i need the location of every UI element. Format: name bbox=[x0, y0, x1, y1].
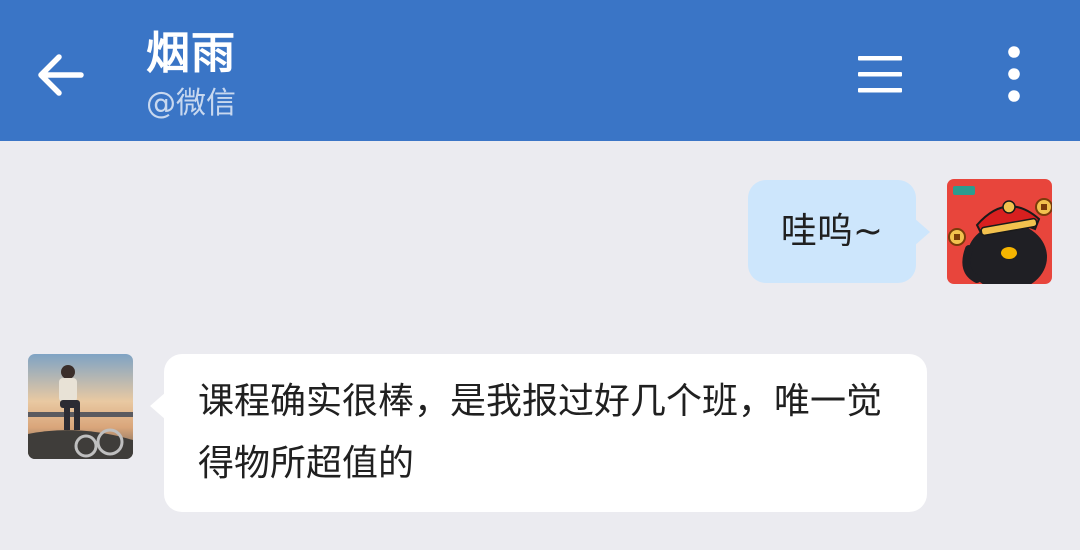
arrow-left-icon bbox=[38, 54, 84, 96]
menu-button[interactable] bbox=[846, 44, 914, 104]
message-bubble-incoming[interactable]: 课程确实很棒，是我报过好几个班，唯一觉得物所超值的 bbox=[150, 354, 927, 512]
my-avatar[interactable] bbox=[947, 179, 1052, 284]
more-options-button[interactable] bbox=[990, 40, 1038, 108]
message-text: 哇呜~ bbox=[780, 210, 884, 252]
message-bubble-outgoing[interactable]: 哇呜~ bbox=[748, 180, 930, 283]
message-text: 课程确实很棒，是我报过好几个班，唯一觉得物所超值的 bbox=[198, 381, 883, 484]
chat-title-block: 烟雨 @微信 bbox=[146, 26, 236, 126]
top-bar: 烟雨 @微信 bbox=[0, 0, 1080, 141]
chat-title: 烟雨 bbox=[146, 28, 236, 79]
chat-subtitle: @微信 bbox=[146, 86, 236, 121]
hamburger-menu-icon bbox=[858, 56, 902, 93]
photo-avatar-person-sitting-icon bbox=[28, 354, 133, 459]
more-vertical-icon bbox=[1008, 46, 1020, 102]
contact-avatar[interactable] bbox=[28, 354, 133, 459]
cartoon-penguin-avatar-icon bbox=[947, 179, 1052, 284]
back-button[interactable] bbox=[22, 42, 98, 108]
